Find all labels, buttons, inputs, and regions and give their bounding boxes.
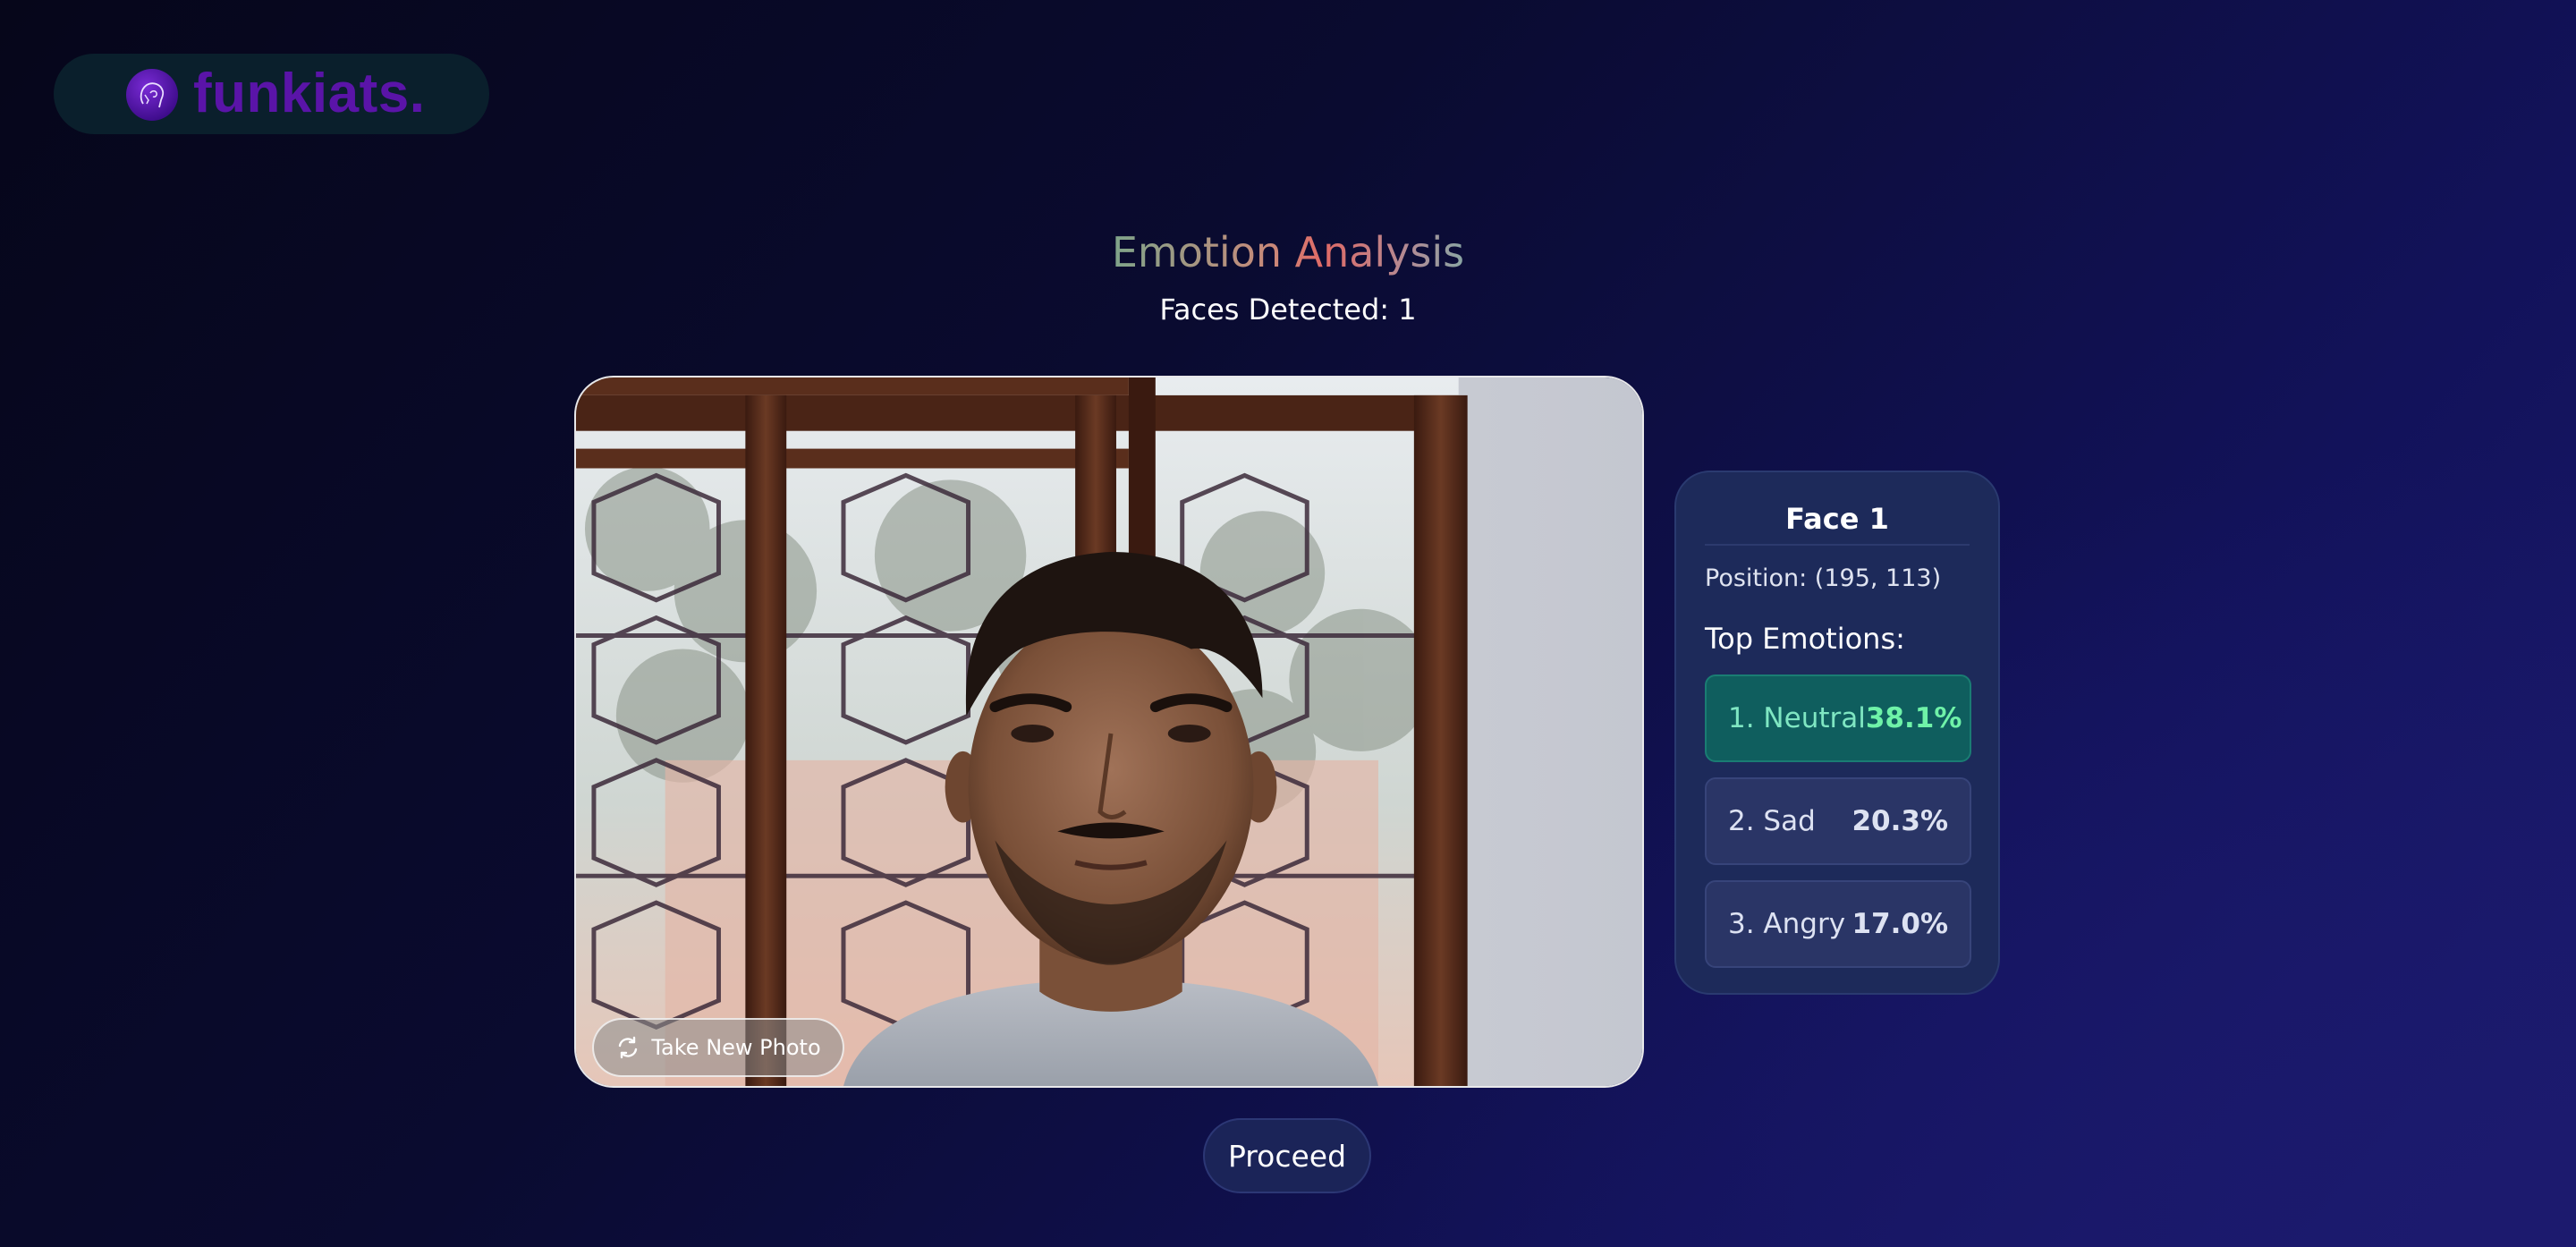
face-divider (1705, 544, 1970, 546)
page-title: Emotion Analysis (0, 224, 2576, 281)
emotion-name: 3. Angry (1728, 908, 1846, 940)
proceed-button[interactable]: Proceed (1203, 1118, 1371, 1193)
faces-detected-count: Faces Detected: 1 (1159, 293, 1417, 327)
brand-name: funkiats. (193, 63, 426, 124)
emotion-row-sad: 2. Sad 20.3% (1705, 777, 1971, 865)
photo-image (576, 377, 1642, 1086)
take-new-photo-label: Take New Photo (651, 1035, 821, 1060)
emotion-percent: 38.1% (1865, 702, 1962, 734)
emotion-row-angry: 3. Angry 17.0% (1705, 880, 1971, 968)
face-title: Face 1 (1785, 502, 1889, 536)
refresh-icon (619, 1036, 638, 1059)
brand-logo-pill[interactable]: funkiats. (54, 54, 489, 134)
emotion-row-neutral: 1. Neutral 38.1% (1705, 674, 1971, 762)
face-silhouette-icon (126, 69, 178, 121)
face-result-card: Face 1 Position: (195, 113) Top Emotions… (1674, 471, 2000, 995)
face-position: Position: (195, 113) (1705, 564, 1942, 592)
emotion-percent: 17.0% (1852, 908, 1948, 940)
emotion-name: 2. Sad (1728, 805, 1816, 837)
top-emotions-label: Top Emotions: (1705, 622, 1905, 656)
page-title-text: Emotion Analysis (1111, 228, 1465, 276)
captured-photo: Take New Photo (574, 376, 1644, 1088)
emotion-percent: 20.3% (1852, 805, 1948, 837)
emotion-name: 1. Neutral (1728, 702, 1866, 734)
take-new-photo-button[interactable]: Take New Photo (592, 1018, 844, 1077)
